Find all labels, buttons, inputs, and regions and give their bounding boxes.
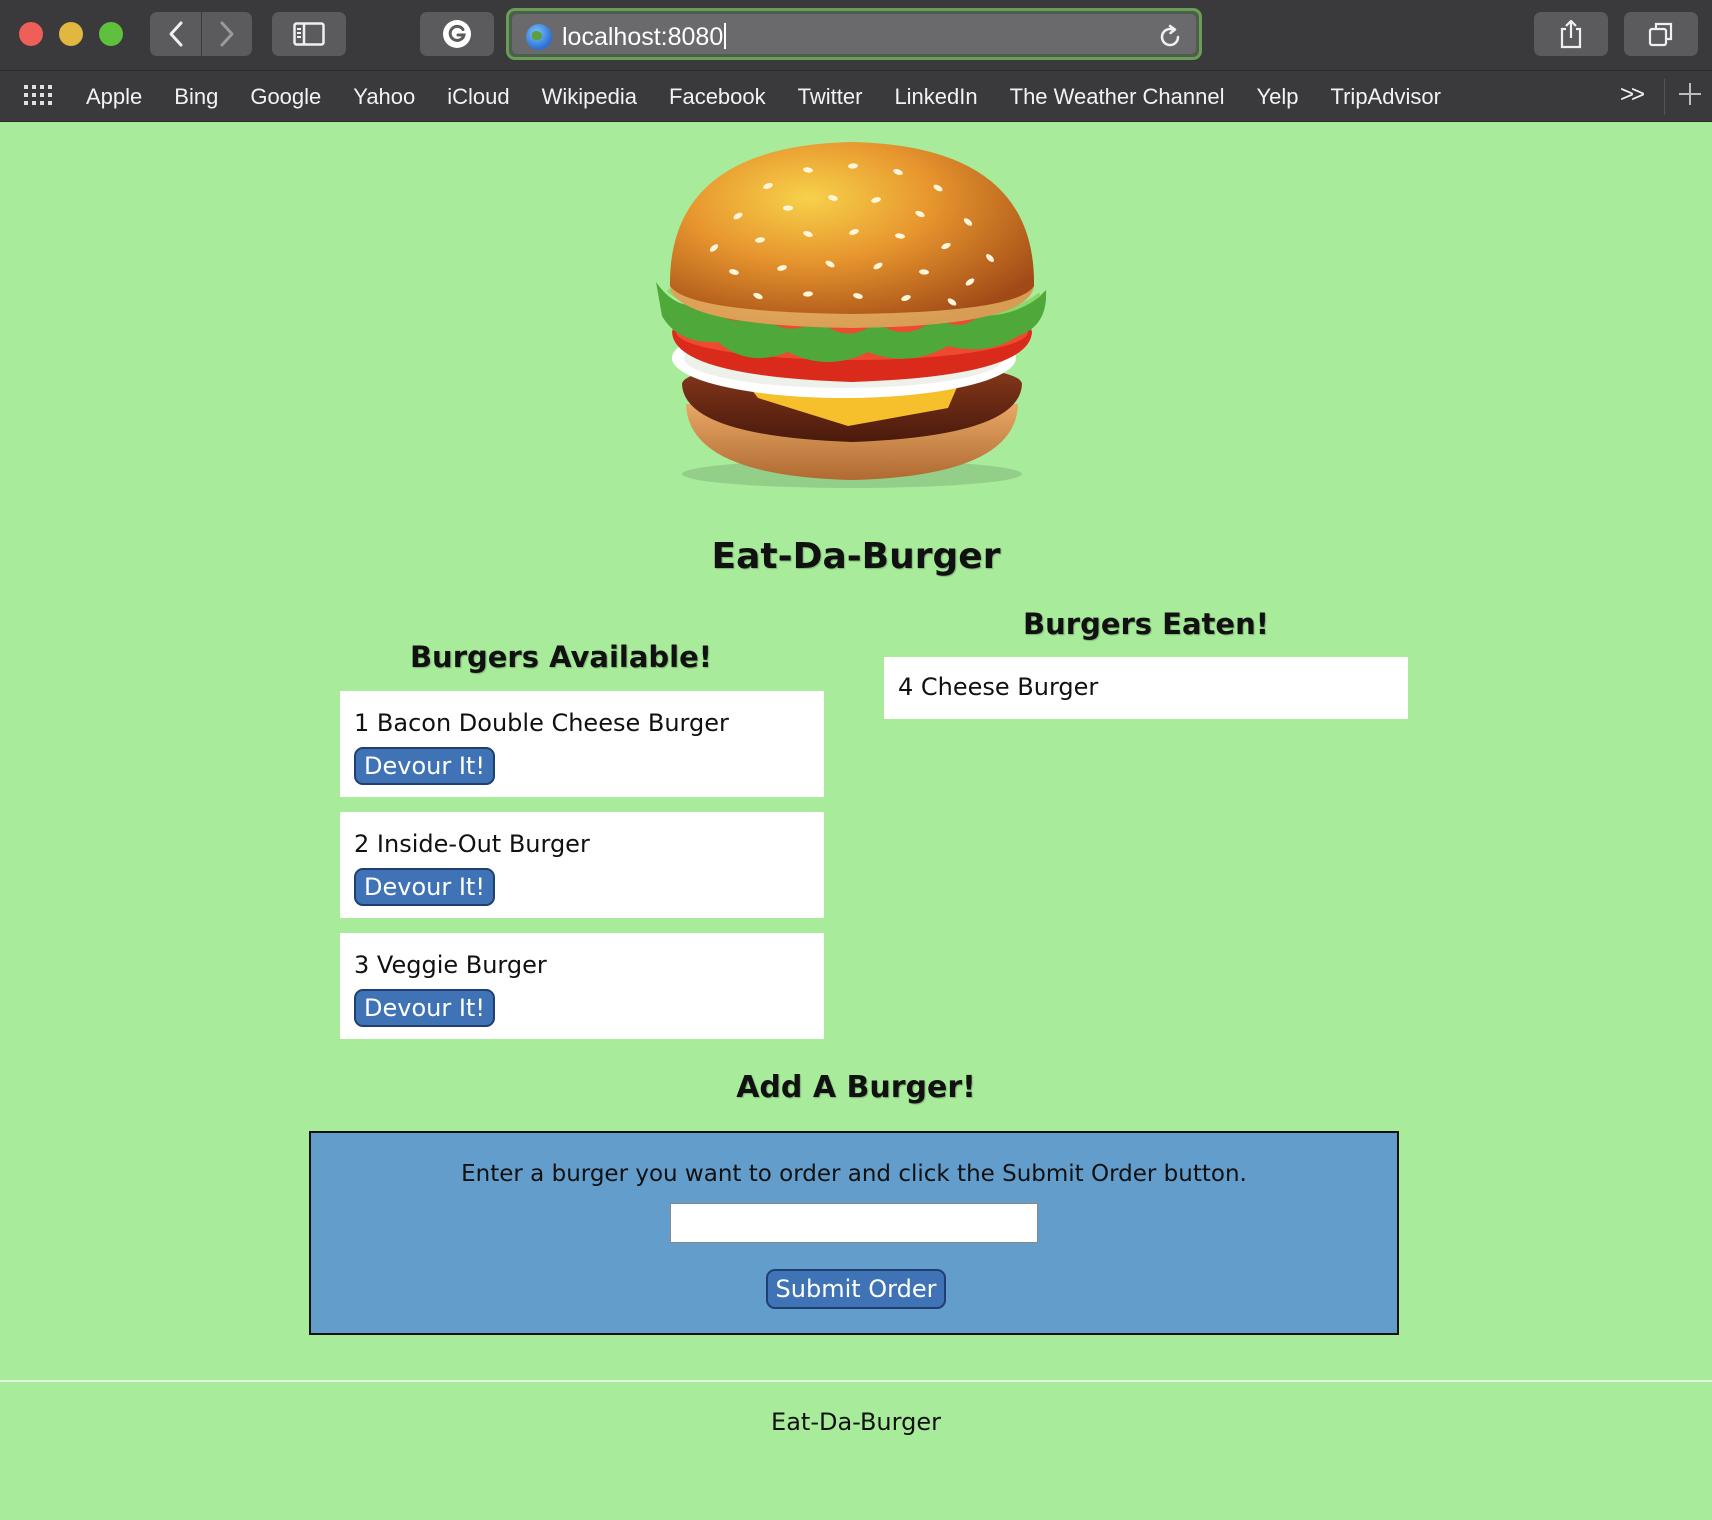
show-tabs-button[interactable]	[1624, 12, 1698, 56]
burgers-available-heading: Burgers Available!	[409, 640, 713, 674]
bookmark-linkedin[interactable]: LinkedIn	[878, 84, 993, 110]
share-button[interactable]	[1534, 12, 1608, 56]
bookmark-wikipedia[interactable]: Wikipedia	[526, 84, 653, 110]
order-form: Enter a burger you want to order and cli…	[309, 1131, 1399, 1335]
back-button[interactable]	[150, 12, 201, 56]
bookmark-apple[interactable]: Apple	[70, 84, 158, 110]
browser-titlebar: localhost:8080	[0, 0, 1712, 70]
bookmark-facebook[interactable]: Facebook	[653, 84, 782, 110]
url-text[interactable]: localhost:8080	[562, 23, 727, 52]
devour-button[interactable]: Devour It!	[354, 747, 495, 785]
grammarly-extension-button[interactable]	[420, 12, 494, 56]
new-tab-plus-icon[interactable]	[1677, 81, 1703, 107]
url-value: localhost:8080	[562, 23, 724, 51]
bookmark-google[interactable]: Google	[234, 84, 337, 110]
footer-divider	[0, 1380, 1712, 1382]
available-burger-item: 3 Veggie Burger Devour It!	[340, 933, 824, 1039]
text-caret	[724, 23, 727, 49]
chevron-left-icon	[169, 21, 182, 47]
page-title: Eat-Da-Burger	[711, 536, 1001, 577]
bookmarks-overflow-button[interactable]: >>	[1620, 81, 1645, 109]
bookmark-yahoo[interactable]: Yahoo	[337, 84, 431, 110]
globe-icon	[526, 24, 552, 50]
bookmark-yelp[interactable]: Yelp	[1240, 84, 1314, 110]
bookmarks-bar: Apple Bing Google Yahoo iCloud Wikipedia…	[0, 70, 1712, 122]
address-bar-field: localhost:8080	[512, 14, 1196, 54]
burger-label: 3 Veggie Burger	[354, 951, 547, 979]
bookmark-icloud[interactable]: iCloud	[431, 84, 525, 110]
bookmark-weather-channel[interactable]: The Weather Channel	[994, 84, 1241, 110]
footer-text: Eat-Da-Burger	[771, 1408, 941, 1436]
bookmark-bing[interactable]: Bing	[158, 84, 234, 110]
bookmark-twitter[interactable]: Twitter	[782, 84, 879, 110]
minimize-window-button[interactable]	[59, 22, 83, 46]
eaten-burger-item: 4 Cheese Burger	[884, 657, 1408, 719]
available-burger-item: 1 Bacon Double Cheese Burger Devour It!	[340, 691, 824, 797]
page-content: Eat-Da-Burger Burgers Available! Burgers…	[0, 122, 1712, 1520]
sidebar-icon	[293, 22, 325, 46]
address-bar[interactable]: localhost:8080	[506, 8, 1202, 60]
bookmarks-separator	[1664, 79, 1665, 115]
reload-icon[interactable]	[1156, 23, 1184, 51]
burger-label: 1 Bacon Double Cheese Burger	[354, 709, 729, 737]
apps-grid-icon[interactable]	[24, 85, 54, 107]
sidebar-toggle-button[interactable]	[272, 12, 346, 56]
burgers-eaten-heading: Burgers Eaten!	[1023, 607, 1269, 641]
available-burger-item: 2 Inside-Out Burger Devour It!	[340, 812, 824, 918]
bookmark-list: Apple Bing Google Yahoo iCloud Wikipedia…	[70, 71, 1457, 123]
share-icon	[1560, 19, 1582, 49]
close-window-button[interactable]	[19, 22, 43, 46]
grammarly-icon	[443, 20, 471, 48]
tabs-overview-icon	[1648, 22, 1673, 47]
submit-order-button[interactable]: Submit Order	[766, 1269, 946, 1309]
bookmark-tripadvisor[interactable]: TripAdvisor	[1314, 84, 1456, 110]
order-instructions: Enter a burger you want to order and cli…	[461, 1161, 1247, 1187]
burger-image	[656, 142, 1047, 488]
forward-button[interactable]	[201, 12, 252, 56]
burger-label: 2 Inside-Out Burger	[354, 830, 590, 858]
add-burger-heading: Add A Burger!	[736, 1070, 976, 1105]
burger-name-input[interactable]	[670, 1203, 1038, 1243]
zoom-window-button[interactable]	[99, 22, 123, 46]
devour-button[interactable]: Devour It!	[354, 989, 495, 1027]
devour-button[interactable]: Devour It!	[354, 868, 495, 906]
burger-label: 4 Cheese Burger	[898, 673, 1099, 701]
chevron-right-icon	[220, 21, 233, 47]
